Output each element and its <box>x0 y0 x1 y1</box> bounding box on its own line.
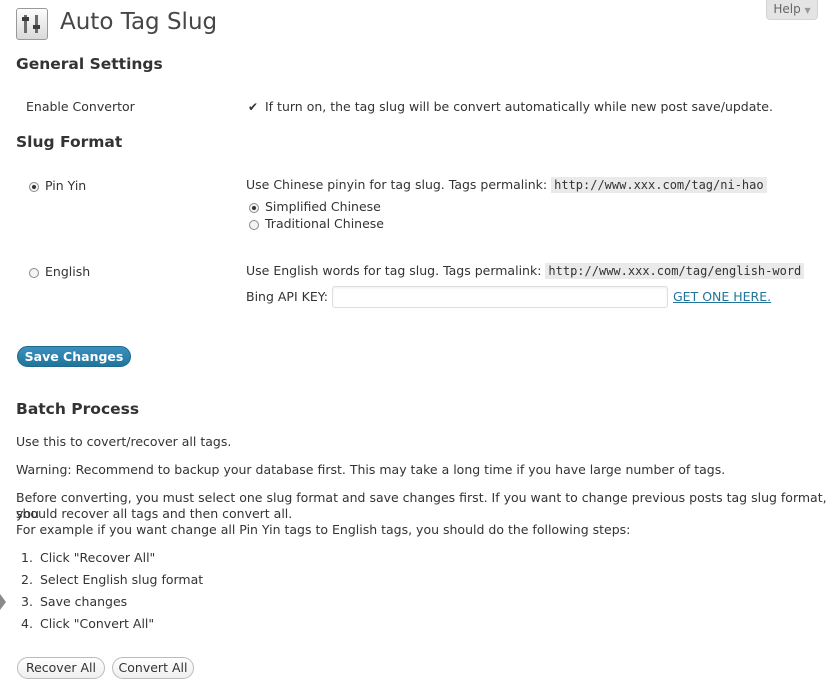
step-1-text: Click "Recover All" <box>40 550 156 565</box>
simplified-chinese-label: Simplified Chinese <box>265 199 381 214</box>
batch-intro: Use this to covert/recover all tags. <box>16 434 232 449</box>
pinyin-description: Use Chinese pinyin for tag slug. Tags pe… <box>246 177 767 193</box>
collapse-arrow-icon[interactable] <box>0 594 6 610</box>
english-description-text: Use English words for tag slug. Tags per… <box>246 263 542 278</box>
recover-all-button[interactable]: Recover All <box>17 657 105 679</box>
batch-example-line: For example if you want change all Pin Y… <box>16 522 631 537</box>
english-radio[interactable] <box>29 268 39 278</box>
chevron-down-icon: ▼ <box>804 6 811 15</box>
help-label: Help <box>773 2 801 16</box>
pinyin-permalink-example: http://www.xxx.com/tag/ni-hao <box>551 177 767 193</box>
page-title: Auto Tag Slug <box>60 9 218 35</box>
english-description: Use English words for tag slug. Tags per… <box>246 263 805 279</box>
batch-before-line-2: should recover all tags and then convert… <box>16 506 293 521</box>
traditional-chinese-label: Traditional Chinese <box>265 216 384 231</box>
pinyin-radio[interactable] <box>29 182 39 192</box>
bing-api-key-input[interactable] <box>332 286 668 308</box>
bing-api-key-label: Bing API KEY: <box>246 289 328 304</box>
get-api-key-link[interactable]: GET ONE HERE. <box>673 289 771 304</box>
slug-format-heading: Slug Format <box>16 133 123 151</box>
batch-process-heading: Batch Process <box>16 400 140 418</box>
enable-convertor-description: If turn on, the tag slug will be convert… <box>265 99 773 114</box>
help-tab[interactable]: Help ▼ <box>766 0 818 20</box>
step-4-text: Click "Convert All" <box>40 616 155 631</box>
pinyin-description-text: Use Chinese pinyin for tag slug. Tags pe… <box>246 177 548 192</box>
step-2-number: 2. <box>21 572 33 587</box>
traditional-chinese-radio[interactable] <box>249 220 259 230</box>
step-4-number: 4. <box>21 616 33 631</box>
english-label: English <box>45 264 91 279</box>
simplified-chinese-radio[interactable] <box>249 203 259 213</box>
step-3-number: 3. <box>21 594 33 609</box>
enable-convertor-label: Enable Convertor <box>26 99 135 114</box>
enable-convertor-checkbox[interactable]: ✔ <box>248 101 260 114</box>
general-settings-heading: General Settings <box>16 55 163 73</box>
step-3-text: Save changes <box>40 594 128 609</box>
save-changes-button[interactable]: Save Changes <box>17 346 131 367</box>
plugin-icon <box>16 8 48 40</box>
pinyin-label: Pin Yin <box>45 178 87 193</box>
english-permalink-example: http://www.xxx.com/tag/english-word <box>545 263 805 279</box>
step-2-text: Select English slug format <box>40 572 204 587</box>
batch-warning: Warning: Recommend to backup your databa… <box>16 462 726 477</box>
settings-sliders-icon <box>22 15 40 33</box>
step-1-number: 1. <box>21 550 33 565</box>
convert-all-button[interactable]: Convert All <box>112 657 194 679</box>
